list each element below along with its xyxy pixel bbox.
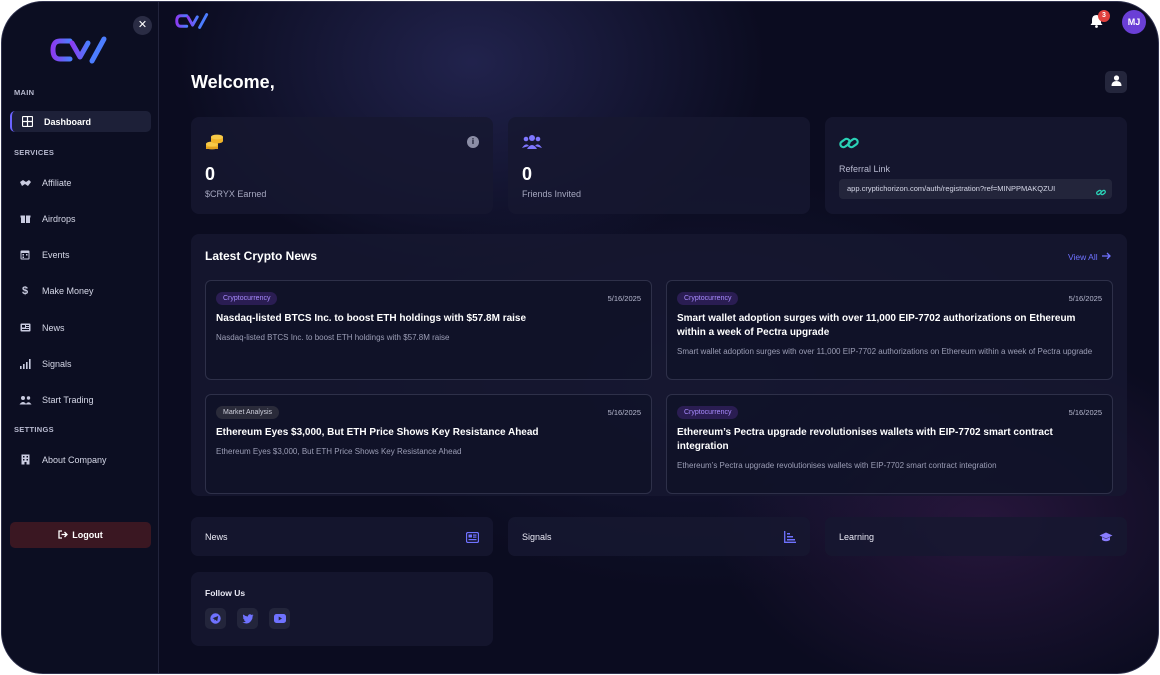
- news-description: Smart wallet adoption surges with over 1…: [677, 347, 1093, 356]
- logout-icon: [58, 529, 69, 541]
- category-tag: Market Analysis: [216, 406, 280, 419]
- newspaper-icon: [18, 321, 32, 335]
- handshake-icon: [18, 176, 32, 190]
- section-label-services: SERVICES: [14, 148, 55, 157]
- brand-logo[interactable]: [50, 35, 108, 70]
- notification-count-badge: 3: [1098, 10, 1110, 22]
- page-title: Welcome,: [191, 72, 275, 92]
- earned-label: $CRYX Earned: [205, 189, 267, 199]
- users-icon: [522, 134, 542, 155]
- user-icon: [1111, 73, 1122, 91]
- users-icon: [18, 393, 32, 407]
- news-headline: Ethereum Eyes $3,000, But ETH Price Show…: [216, 427, 539, 438]
- bar-chart-icon: [784, 530, 796, 548]
- follow-card: [191, 572, 493, 646]
- sidebar: ✕ MAIN Dashboard SERVICES Affiliate Aird…: [2, 2, 159, 673]
- sidebar-item-label: Start Trading: [42, 394, 94, 405]
- sidebar-item-make-money[interactable]: $ Make Money: [10, 280, 151, 301]
- news-description: Ethereum Eyes $3,000, But ETH Price Show…: [216, 447, 462, 456]
- logout-button[interactable]: Logout: [10, 522, 151, 548]
- follow-title: Follow Us: [205, 588, 246, 598]
- coins-icon: [205, 132, 225, 157]
- sidebar-item-label: About Company: [42, 454, 107, 465]
- news-card[interactable]: Cryptocurrency 5/16/2025 Smart wallet ad…: [666, 280, 1113, 380]
- news-headline: Ethereum’s Pectra upgrade revolutionises…: [677, 427, 1053, 452]
- quick-link-signals[interactable]: Signals: [508, 517, 810, 556]
- news-card[interactable]: Cryptocurrency 5/16/2025 Ethereum’s Pect…: [666, 394, 1113, 494]
- news-card[interactable]: Market Analysis 5/16/2025 Ethereum Eyes …: [205, 394, 652, 494]
- news-description: Ethereum’s Pectra upgrade revolutionises…: [677, 461, 997, 470]
- category-tag: Cryptocurrency: [216, 292, 278, 305]
- dollar-icon: $: [21, 284, 29, 297]
- quick-link-label: Signals: [522, 532, 552, 542]
- sidebar-item-airdrops[interactable]: Airdrops: [10, 208, 151, 229]
- news-headline: Nasdaq-listed BTCS Inc. to boost ETH hol…: [216, 313, 527, 324]
- sidebar-item-affiliate[interactable]: Affiliate: [10, 172, 151, 193]
- newspaper-icon: [465, 530, 480, 548]
- news-date: 5/16/2025: [1068, 408, 1102, 417]
- sidebar-item-signals[interactable]: Signals: [10, 353, 151, 374]
- signal-bars-icon: [18, 357, 32, 371]
- calendar-icon: [18, 248, 32, 262]
- copy-link-icon[interactable]: [1096, 184, 1106, 202]
- grid-icon: [20, 115, 34, 129]
- earned-card: [191, 117, 493, 214]
- news-section-title: Latest Crypto News: [205, 249, 318, 263]
- news-date: 5/16/2025: [1068, 294, 1102, 303]
- category-tag: Cryptocurrency: [677, 406, 739, 419]
- quick-link-label: News: [205, 532, 228, 542]
- sidebar-item-start-trading[interactable]: Start Trading: [10, 389, 151, 410]
- quick-link-learning[interactable]: Learning: [825, 517, 1127, 556]
- sidebar-item-events[interactable]: Events: [10, 244, 151, 265]
- graduation-cap-icon: [1099, 530, 1113, 548]
- sidebar-item-dashboard[interactable]: Dashboard: [10, 111, 151, 132]
- header-logo[interactable]: [175, 12, 209, 35]
- building-icon: [18, 453, 32, 467]
- logout-label: Logout: [72, 530, 103, 540]
- link-icon: [839, 134, 859, 157]
- app-window: ✕ MAIN Dashboard SERVICES Affiliate Aird…: [1, 1, 1159, 674]
- news-date: 5/16/2025: [607, 408, 641, 417]
- news-description: Nasdaq-listed BTCS Inc. to boost ETH hol…: [216, 333, 450, 342]
- news-card[interactable]: Cryptocurrency 5/16/2025 Nasdaq-listed B…: [205, 280, 652, 380]
- sidebar-item-news[interactable]: News: [10, 317, 151, 338]
- section-label-main: MAIN: [14, 88, 35, 97]
- youtube-icon[interactable]: [269, 608, 290, 629]
- sidebar-item-label: Airdrops: [42, 213, 76, 224]
- quick-link-news[interactable]: News: [191, 517, 493, 556]
- twitter-icon[interactable]: [237, 608, 258, 629]
- sidebar-item-label: Signals: [42, 358, 72, 369]
- user-avatar[interactable]: MJ: [1122, 10, 1146, 34]
- earned-value: 0: [205, 164, 216, 184]
- view-all-label: View All: [1068, 252, 1098, 262]
- friends-label: Friends Invited: [522, 189, 582, 199]
- arrow-right-icon: [1101, 252, 1111, 262]
- sidebar-item-label: Events: [42, 249, 70, 260]
- gift-icon: [18, 212, 32, 226]
- close-sidebar-button[interactable]: ✕: [133, 16, 152, 35]
- profile-button[interactable]: [1105, 71, 1127, 93]
- friends-value: 0: [522, 164, 533, 184]
- news-headline: Smart wallet adoption surges with over 1…: [677, 313, 1076, 338]
- category-tag: Cryptocurrency: [677, 292, 739, 305]
- section-label-settings: SETTINGS: [14, 425, 54, 434]
- info-icon[interactable]: i: [467, 136, 479, 148]
- news-date: 5/16/2025: [607, 294, 641, 303]
- referral-label: Referral Link: [839, 164, 891, 174]
- friends-card: [508, 117, 810, 214]
- sidebar-item-label: Make Money: [42, 285, 94, 296]
- sidebar-item-label: Affiliate: [42, 177, 72, 188]
- referral-link-field[interactable]: app.cryptichorizon.com/auth/registration…: [839, 179, 1112, 199]
- quick-link-label: Learning: [839, 532, 875, 542]
- sidebar-item-label: News: [42, 322, 65, 333]
- view-all-link[interactable]: View All: [1068, 252, 1111, 262]
- sidebar-item-label: Dashboard: [44, 116, 92, 127]
- telegram-icon[interactable]: [205, 608, 226, 629]
- sidebar-item-about-company[interactable]: About Company: [10, 449, 151, 470]
